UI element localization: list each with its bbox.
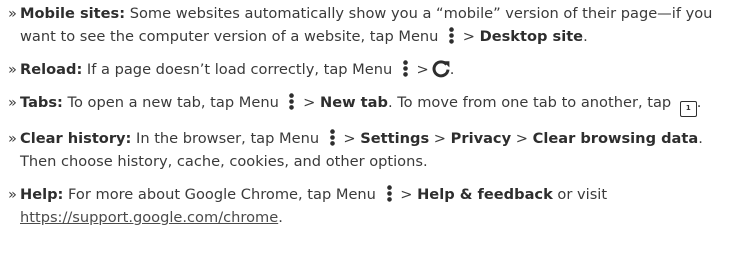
item-title: Reload: — [20, 61, 83, 78]
separator: > — [416, 61, 429, 78]
support-link[interactable]: https://support.google.com/chrome — [20, 209, 278, 226]
item-bold: Help & feedback — [417, 186, 553, 203]
item-text: If a page doesn’t load correctly, tap Me… — [82, 61, 397, 78]
reload-icon — [432, 60, 450, 78]
separator: > — [462, 28, 475, 45]
menu-icon — [403, 60, 408, 77]
separator: > — [343, 130, 356, 147]
bullet-marker: » — [8, 130, 17, 147]
menu-icon — [289, 93, 295, 110]
menu-icon — [449, 27, 454, 44]
item-text: In the browser, tap Menu — [131, 130, 324, 147]
bullet-marker: » — [8, 5, 17, 22]
separator: > — [433, 130, 447, 147]
item-title: Clear history: — [20, 130, 132, 147]
bullet-marker: » — [8, 94, 17, 111]
bullet-marker: » — [8, 61, 17, 78]
item-title: Help: — [20, 186, 64, 203]
item-title: Mobile sites: — [20, 5, 126, 22]
item-text: To open a new tab, tap Menu — [62, 94, 284, 111]
item-bold: Settings — [360, 130, 430, 147]
item-bold: Privacy — [450, 130, 512, 147]
list-item-clear-history: » Clear history: In the browser, tap Men… — [8, 127, 725, 173]
separator: > — [515, 130, 528, 147]
item-text: For more about Google Chrome, tap Menu — [63, 186, 381, 203]
bullet-marker: » — [8, 186, 17, 203]
menu-icon — [329, 129, 335, 146]
item-text: . — [278, 209, 283, 226]
item-bold: Clear browsing data — [532, 130, 699, 147]
list-item-reload: » Reload: If a page doesn’t load correct… — [8, 58, 725, 81]
item-title: Tabs: — [20, 94, 63, 111]
item-text: . — [583, 28, 588, 45]
item-text: . — [696, 94, 702, 111]
list-item-mobile-sites: » Mobile sites: Some websites automatica… — [8, 2, 725, 48]
item-text: . — [449, 61, 455, 78]
separator: > — [400, 186, 413, 203]
separator: > — [303, 94, 316, 111]
list-item-tabs: » Tabs: To open a new tab, tap Menu > Ne… — [8, 91, 725, 117]
item-text: . To move from one tab to another, tap — [387, 94, 676, 111]
item-text: or visit — [552, 186, 608, 203]
item-bold: Desktop site — [479, 28, 584, 45]
menu-icon — [386, 185, 392, 202]
tab-switcher-icon: 1 — [679, 101, 697, 117]
help-text-page: » Mobile sites: Some websites automatica… — [0, 0, 735, 272]
item-bold: New tab — [319, 94, 388, 111]
list-item-help: » Help: For more about Google Chrome, ta… — [8, 183, 725, 229]
